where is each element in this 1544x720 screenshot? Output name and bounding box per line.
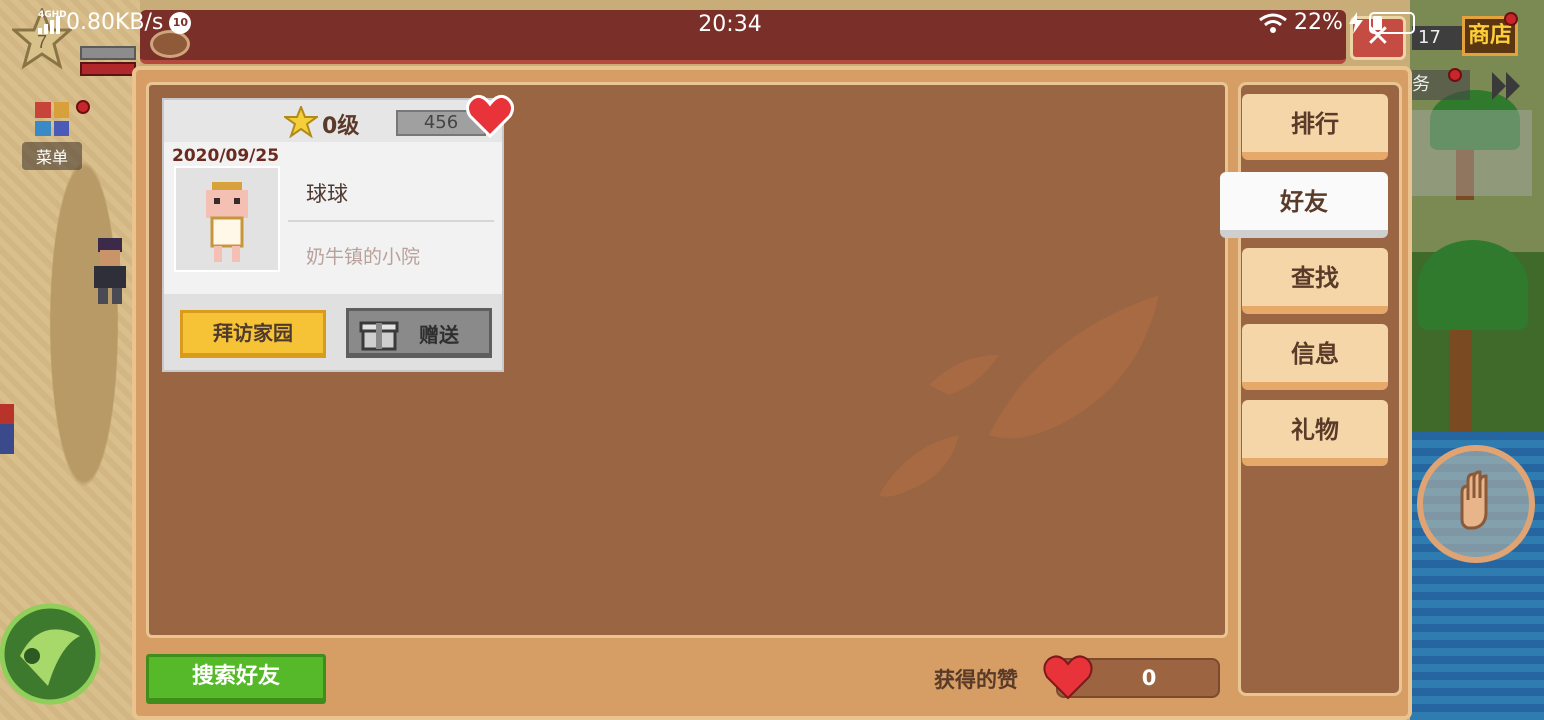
charging-icon bbox=[1348, 11, 1363, 34]
heart-icon bbox=[1043, 655, 1093, 700]
battery-icon bbox=[1368, 11, 1415, 34]
card-divider bbox=[288, 220, 494, 222]
villager-npc[interactable] bbox=[90, 238, 130, 308]
friend-home-name: 奶牛镇的小院 bbox=[306, 246, 421, 268]
side-info-panel bbox=[1410, 110, 1532, 196]
heart-icon[interactable] bbox=[466, 94, 514, 138]
hand-interact-button[interactable] bbox=[1410, 440, 1544, 568]
friend-level: 0级 bbox=[322, 114, 360, 139]
tab-search[interactable]: 查找 bbox=[1242, 248, 1388, 314]
task-label: 务 bbox=[1412, 74, 1430, 95]
send-gift-label: 赠送 bbox=[419, 323, 459, 347]
menu-grid-icon bbox=[35, 102, 69, 136]
tab-ranking[interactable]: 排行 bbox=[1242, 94, 1388, 160]
gift-icon bbox=[359, 321, 399, 351]
friend-name: 球球 bbox=[306, 182, 348, 206]
island-terrain bbox=[1410, 0, 1544, 720]
menu-button[interactable]: 菜单 bbox=[22, 98, 82, 170]
fast-forward-icon[interactable] bbox=[1488, 66, 1528, 106]
star-icon bbox=[284, 106, 318, 138]
health-bar bbox=[80, 62, 136, 76]
friend-date: 2020/09/25 bbox=[172, 146, 280, 166]
wifi-icon bbox=[1259, 13, 1287, 33]
send-gift-button[interactable]: 赠送 bbox=[346, 308, 492, 358]
leaf-watermark-icon bbox=[879, 295, 1159, 497]
friend-card[interactable]: 0级 456 2020/09/25 球球 奶牛镇的小院 拜访家园 赠送 bbox=[162, 94, 514, 372]
menu-label: 菜单 bbox=[22, 142, 82, 170]
cow-avatar-icon bbox=[206, 182, 248, 262]
player-character bbox=[0, 404, 14, 454]
menu-notification-dot bbox=[76, 100, 90, 114]
battery-percent: 22% bbox=[1294, 10, 1343, 35]
system-status-bar: 4GHD 0.80KB/s 10 20:34 22% bbox=[0, 0, 1544, 52]
tab-gifts[interactable]: 礼物 bbox=[1242, 400, 1388, 466]
friend-card-footer: 拜访家园 赠送 bbox=[164, 294, 502, 370]
search-friends-button[interactable]: 搜索好友 bbox=[146, 654, 326, 704]
task-notification-dot bbox=[1448, 68, 1462, 82]
visit-home-button[interactable]: 拜访家园 bbox=[180, 310, 326, 358]
received-likes-label: 获得的赞 bbox=[934, 668, 1018, 692]
tab-messages[interactable]: 信息 bbox=[1242, 324, 1388, 390]
joystick-button[interactable] bbox=[0, 596, 104, 712]
clock: 20:34 bbox=[698, 12, 762, 37]
friend-avatar[interactable] bbox=[174, 166, 280, 272]
tab-friends[interactable]: 好友 bbox=[1220, 172, 1388, 238]
